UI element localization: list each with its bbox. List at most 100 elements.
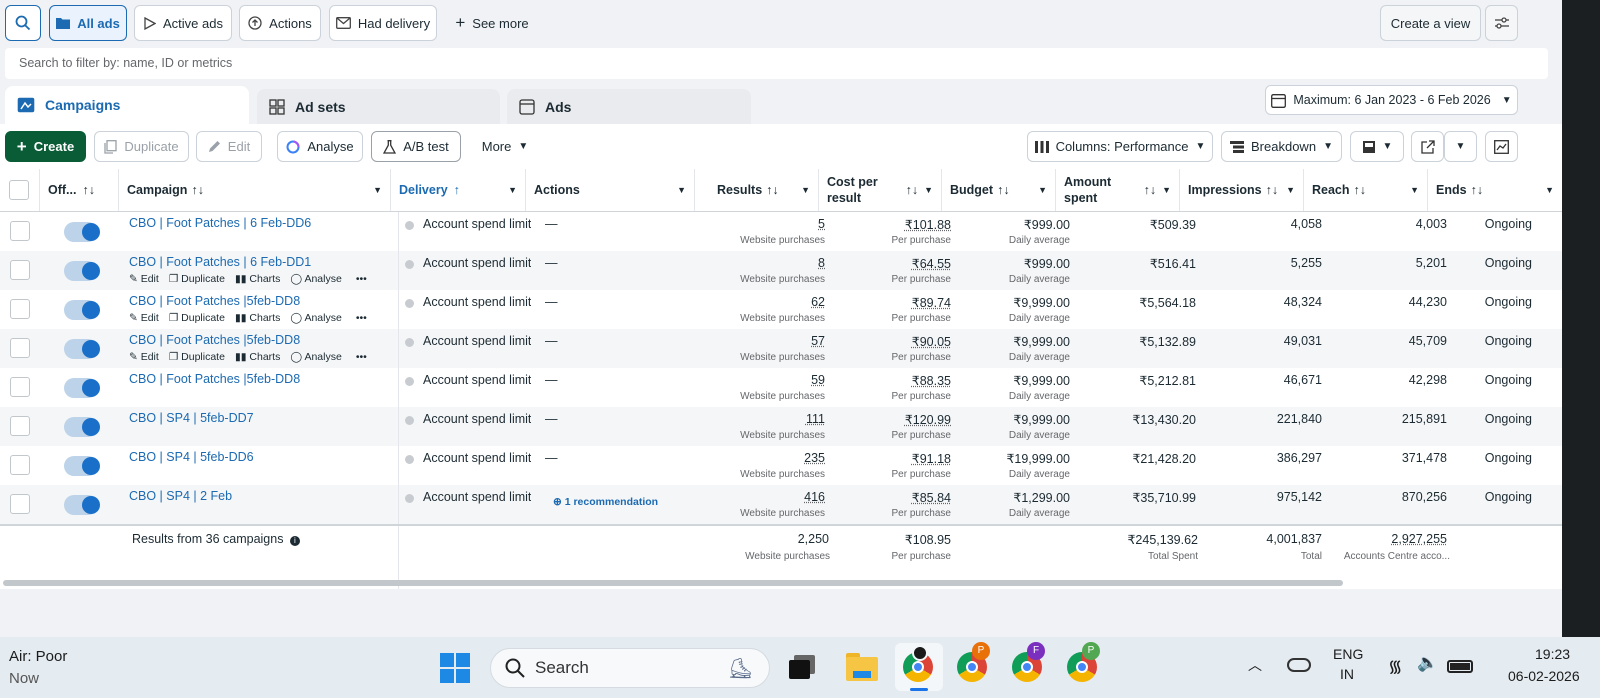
date-range-picker[interactable]: Maximum: 6 Jan 2023 - 6 Feb 2026 ▼	[1265, 85, 1518, 115]
row-checkbox[interactable]	[10, 416, 30, 436]
col-budget[interactable]: Budget ↑↓ ▼	[942, 169, 1056, 211]
col-delivery[interactable]: Delivery ↑ ▼	[391, 169, 526, 211]
recommendation-link[interactable]: ⊕ 1 recommendation	[553, 496, 658, 508]
row-toggle[interactable]	[64, 417, 100, 437]
duplicate-button[interactable]: Duplicate	[94, 131, 189, 162]
col-campaign[interactable]: Campaign ↑↓ ▼	[119, 169, 391, 211]
row-edit-action[interactable]: ✎ Edit	[129, 312, 159, 324]
row-checkbox[interactable]	[10, 260, 30, 280]
tab-campaigns[interactable]: Campaigns	[5, 86, 249, 124]
active-ads-filter[interactable]: Active ads	[134, 5, 232, 41]
tab-ads[interactable]: Ads	[507, 89, 751, 124]
col-cost-per-result[interactable]: Cost per result ↑↓ ▼	[819, 169, 942, 211]
row-analyse-action[interactable]: ◯ Analyse	[290, 312, 341, 324]
tab-ad-sets[interactable]: Ad sets	[257, 89, 500, 124]
reports-dropdown[interactable]: ▼	[1350, 131, 1404, 162]
row-toggle[interactable]	[64, 261, 100, 281]
export-options-button[interactable]: ▼	[1444, 131, 1477, 162]
show-hidden-icons-chevron[interactable]: ︿	[1248, 655, 1262, 675]
campaign-name-link[interactable]: CBO | Foot Patches | 6 Feb-DD1	[129, 255, 311, 269]
clock-date[interactable]: 06-02-2026	[1508, 668, 1580, 684]
campaign-name-link[interactable]: CBO | SP4 | 2 Feb	[129, 489, 232, 503]
export-button[interactable]	[1411, 131, 1444, 162]
row-duplicate-action[interactable]: ❐ Duplicate	[169, 273, 225, 285]
row-checkbox[interactable]	[10, 338, 30, 358]
row-charts-action[interactable]: ▮▮ Charts	[235, 351, 280, 363]
create-button[interactable]: + Create	[5, 131, 86, 162]
wifi-icon[interactable]: ᯾	[1388, 654, 1402, 677]
campaign-name-link[interactable]: CBO | SP4 | 5feb-DD7	[129, 411, 254, 425]
language-indicator[interactable]: ENG	[1333, 646, 1363, 662]
row-toggle[interactable]	[64, 300, 100, 320]
ab-test-button[interactable]: A/B test	[371, 131, 461, 162]
col-ends[interactable]: Ends ↑↓ ▼	[1428, 169, 1562, 211]
row-duplicate-action[interactable]: ❐ Duplicate	[169, 312, 225, 324]
table-row[interactable]: CBO | SP4 | 5feb-DD7 Account spend limit…	[0, 407, 1562, 446]
table-row[interactable]: CBO | SP4 | 2 Feb Account spend limit ⊕ …	[0, 485, 1562, 524]
table-row[interactable]: CBO | Foot Patches |5feb-DD8 Account spe…	[0, 368, 1562, 407]
col-off[interactable]: Off... ↑↓	[40, 169, 119, 211]
row-toggle[interactable]	[64, 456, 100, 476]
onedrive-cloud-icon[interactable]	[1287, 658, 1311, 672]
row-toggle[interactable]	[64, 222, 100, 242]
battery-icon[interactable]	[1447, 660, 1473, 673]
columns-dropdown[interactable]: Columns: Performance ▼	[1027, 131, 1213, 162]
campaign-name-link[interactable]: CBO | Foot Patches |5feb-DD8	[129, 333, 300, 347]
file-explorer-icon[interactable]	[846, 653, 878, 681]
row-edit-action[interactable]: ✎ Edit	[129, 273, 159, 285]
weather-title[interactable]: Air: Poor	[9, 648, 67, 665]
select-all-checkbox[interactable]	[9, 180, 29, 200]
taskbar-search-box[interactable]: Search ⛸	[490, 648, 770, 688]
row-charts-action[interactable]: ▮▮ Charts	[235, 273, 280, 285]
actions-filter[interactable]: Actions	[239, 5, 321, 41]
analyse-button[interactable]: Analyse	[277, 131, 363, 162]
chrome-profile-p2-window[interactable]: P	[1067, 642, 1100, 682]
edit-button[interactable]: Edit	[196, 131, 262, 162]
col-amount-spent[interactable]: Amount spent ↑↓ ▼	[1056, 169, 1180, 211]
more-button[interactable]: More ▼	[470, 131, 540, 162]
table-row[interactable]: CBO | Foot Patches | 6 Feb-DD6 Account s…	[0, 212, 1562, 251]
table-row[interactable]: CBO | SP4 | 5feb-DD6 Account spend limit…	[0, 446, 1562, 485]
col-impressions[interactable]: Impressions ↑↓ ▼	[1180, 169, 1304, 211]
charts-toggle-button[interactable]	[1485, 131, 1518, 162]
row-duplicate-action[interactable]: ❐ Duplicate	[169, 351, 225, 363]
chrome-profile-p-window[interactable]: P	[957, 642, 990, 682]
campaign-name-link[interactable]: CBO | SP4 | 5feb-DD6	[129, 450, 254, 464]
row-checkbox[interactable]	[10, 299, 30, 319]
search-toggle-button[interactable]	[5, 5, 41, 41]
col-reach[interactable]: Reach ↑↓ ▼	[1304, 169, 1428, 211]
row-more-icon[interactable]: •••	[356, 273, 367, 285]
row-analyse-action[interactable]: ◯ Analyse	[290, 351, 341, 363]
chrome-profile-f-window[interactable]: F	[1012, 642, 1045, 682]
row-more-icon[interactable]: •••	[356, 312, 367, 324]
breakdown-dropdown[interactable]: Breakdown ▼	[1221, 131, 1342, 162]
row-charts-action[interactable]: ▮▮ Charts	[235, 312, 280, 324]
had-delivery-filter[interactable]: Had delivery	[329, 5, 437, 41]
clock-time[interactable]: 19:23	[1535, 646, 1570, 662]
horizontal-scrollbar[interactable]	[3, 580, 1343, 586]
table-row[interactable]: CBO | Foot Patches |5feb-DD8 ✎ Edit ❐ Du…	[0, 290, 1562, 329]
volume-icon[interactable]: 🔈	[1417, 653, 1438, 673]
filter-settings-button[interactable]	[1485, 5, 1518, 41]
windows-start-icon[interactable]	[440, 653, 470, 688]
campaign-name-link[interactable]: CBO | Foot Patches |5feb-DD8	[129, 372, 300, 386]
col-results[interactable]: Results ↑↓ ▼	[695, 169, 819, 211]
col-actions[interactable]: Actions ▼	[526, 169, 695, 211]
campaign-name-link[interactable]: CBO | Foot Patches | 6 Feb-DD6	[129, 216, 311, 230]
row-toggle[interactable]	[64, 495, 100, 515]
table-row[interactable]: CBO | Foot Patches |5feb-DD8 ✎ Edit ❐ Du…	[0, 329, 1562, 368]
row-checkbox[interactable]	[10, 221, 30, 241]
see-more-button[interactable]: + See more	[446, 5, 538, 41]
row-checkbox[interactable]	[10, 455, 30, 475]
row-toggle[interactable]	[64, 339, 100, 359]
create-view-button[interactable]: Create a view	[1380, 5, 1481, 41]
row-checkbox[interactable]	[10, 377, 30, 397]
search-input[interactable]: Search to filter by: name, ID or metrics	[5, 48, 1548, 79]
all-ads-filter[interactable]: All ads	[49, 5, 127, 41]
row-checkbox[interactable]	[10, 494, 30, 514]
row-more-icon[interactable]: •••	[356, 351, 367, 363]
campaign-name-link[interactable]: CBO | Foot Patches |5feb-DD8	[129, 294, 300, 308]
table-row[interactable]: CBO | Foot Patches | 6 Feb-DD1 ✎ Edit ❐ …	[0, 251, 1562, 290]
row-edit-action[interactable]: ✎ Edit	[129, 351, 159, 363]
row-toggle[interactable]	[64, 378, 100, 398]
